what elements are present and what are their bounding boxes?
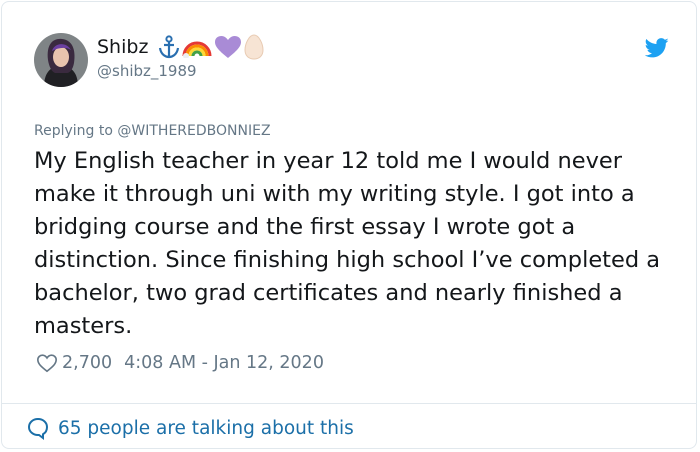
conversation-link[interactable]: 65 people are talking about this bbox=[26, 416, 354, 440]
author-name[interactable]: Shibz bbox=[97, 36, 148, 58]
speech-bubble-icon bbox=[27, 417, 49, 440]
purple-heart-icon bbox=[215, 36, 242, 58]
egg-icon bbox=[244, 34, 264, 60]
tweet-card: Shibz @shibz_1989 Replying to @WITHEREDB… bbox=[1, 1, 697, 449]
timestamp[interactable]: 4:08 AM - Jan 12, 2020 bbox=[124, 353, 324, 373]
twitter-bird-icon[interactable] bbox=[645, 38, 669, 58]
reply-prefix: Replying to bbox=[34, 123, 113, 139]
rainbow-icon bbox=[182, 41, 212, 58]
like-count[interactable]: 2,700 bbox=[62, 353, 112, 373]
reply-context: Replying to @WITHEREDBONNIEZ bbox=[34, 123, 271, 139]
heart-icon[interactable] bbox=[36, 352, 58, 374]
conversation-text[interactable]: 65 people are talking about this bbox=[58, 418, 354, 439]
anchor-icon bbox=[159, 35, 180, 59]
author-handle[interactable]: @shibz_1989 bbox=[97, 62, 264, 80]
author-emojis bbox=[158, 34, 264, 60]
avatar[interactable] bbox=[34, 33, 88, 87]
author-block: Shibz @shibz_1989 bbox=[97, 34, 264, 80]
tweet-text: My English teacher in year 12 told me I … bbox=[34, 148, 661, 339]
reply-to-handle[interactable]: @WITHEREDBONNIEZ bbox=[117, 123, 270, 139]
tweet-meta: 2,700 4:08 AM - Jan 12, 2020 bbox=[36, 352, 324, 374]
divider bbox=[2, 403, 696, 404]
